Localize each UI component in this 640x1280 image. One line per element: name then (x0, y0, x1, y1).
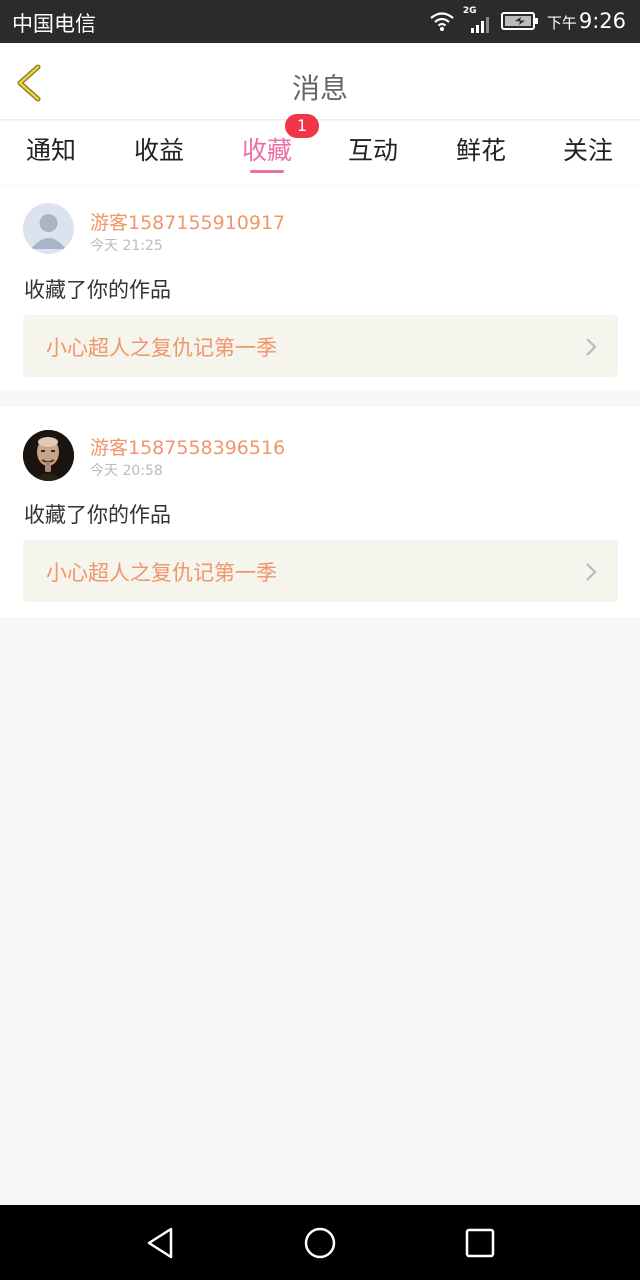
carrier-label: 中国电信 (12, 12, 96, 36)
battery-charging-icon (500, 12, 538, 30)
chevron-right-icon (586, 563, 597, 581)
home-circle-icon[interactable] (300, 1223, 340, 1263)
recents-square-icon[interactable] (460, 1223, 500, 1263)
signal-bars-icon (470, 17, 489, 33)
wifi-icon (430, 12, 454, 31)
work-title: 小心超人之复仇记第一季 (46, 561, 277, 585)
message-card: 游客1587155910917 今天 21:25 收藏了你的作品 小心超人之复仇… (0, 186, 640, 390)
status-bar: 中国电信 2G 下午 9:26 (0, 0, 640, 43)
message-card: 游客1587558396516 今天 20:58 收藏了你的作品 小心超人之复仇… (0, 407, 640, 617)
back-triangle-icon[interactable] (140, 1223, 180, 1263)
system-nav-bar (0, 1205, 640, 1280)
tab-interactions[interactable]: 互动 (348, 131, 398, 167)
time-period: 下午 (546, 14, 577, 32)
chevron-right-icon (586, 338, 597, 356)
page-title: 消息 (291, 72, 348, 105)
message-time: 今天 21:25 (90, 238, 163, 254)
user-silhouette-icon (31, 214, 66, 249)
time-value: 9:26 (578, 9, 626, 33)
status-icons: 2G 下午 9:26 (429, 6, 626, 36)
tab-favorites[interactable]: 收藏 (242, 131, 292, 167)
favorites-count-badge: 1 (285, 114, 319, 138)
app-header: 消息 (0, 43, 640, 120)
portrait-photo (23, 430, 74, 481)
username[interactable]: 游客1587558396516 (90, 433, 285, 460)
tab-bar: 通知 收益 收藏 互动 鲜花 关注 1 (0, 114, 640, 185)
tab-notifications[interactable]: 通知 (26, 131, 76, 167)
work-title: 小心超人之复仇记第一季 (46, 336, 277, 360)
photo-avatar[interactable] (23, 430, 74, 481)
action-text: 收藏了你的作品 (24, 503, 171, 527)
tab-follows[interactable]: 关注 (563, 131, 613, 167)
message-time: 今天 20:58 (90, 463, 163, 479)
active-tab-indicator (250, 170, 284, 173)
action-text: 收藏了你的作品 (24, 278, 171, 302)
default-avatar-icon[interactable] (23, 203, 74, 254)
cell-signal: 2G (463, 6, 493, 33)
tab-earnings[interactable]: 收益 (134, 131, 184, 167)
clock: 下午 9:26 (547, 9, 626, 33)
tab-flowers[interactable]: 鲜花 (456, 131, 506, 167)
work-link[interactable]: 小心超人之复仇记第一季 (23, 315, 618, 377)
username[interactable]: 游客1587155910917 (90, 208, 285, 235)
work-link[interactable]: 小心超人之复仇记第一季 (23, 540, 618, 602)
